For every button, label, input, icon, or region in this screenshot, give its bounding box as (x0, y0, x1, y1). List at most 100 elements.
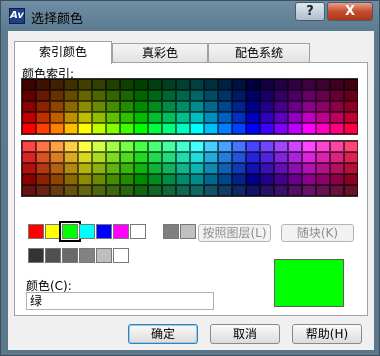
tab-index-color[interactable]: 索引颜色 (14, 41, 112, 64)
palette-swatch[interactable] (246, 112, 260, 123)
palette-swatch[interactable] (218, 163, 232, 174)
palette-swatch[interactable] (78, 112, 92, 123)
palette-swatch[interactable] (288, 174, 302, 185)
palette-swatch[interactable] (162, 123, 176, 134)
palette-swatch[interactable] (330, 152, 344, 163)
palette-swatch[interactable] (260, 152, 274, 163)
palette-swatch[interactable] (344, 112, 358, 123)
palette-swatch[interactable] (64, 185, 78, 196)
palette-swatch[interactable] (78, 141, 92, 152)
gray-swatch[interactable] (28, 248, 44, 263)
palette-swatch[interactable] (64, 174, 78, 185)
palette-swatch[interactable] (134, 90, 148, 101)
palette-swatch[interactable] (162, 101, 176, 112)
palette-swatch[interactable] (92, 185, 106, 196)
palette-swatch[interactable] (246, 174, 260, 185)
palette-swatch[interactable] (78, 163, 92, 174)
palette-swatch[interactable] (134, 123, 148, 134)
palette-swatch[interactable] (106, 174, 120, 185)
palette-swatch[interactable] (274, 90, 288, 101)
help-button[interactable]: 帮助(H) (292, 324, 362, 344)
palette-swatch[interactable] (78, 90, 92, 101)
palette-swatch[interactable] (344, 79, 358, 90)
palette-swatch[interactable] (260, 174, 274, 185)
palette-swatch[interactable] (162, 112, 176, 123)
palette-swatch[interactable] (22, 123, 36, 134)
palette-swatch[interactable] (246, 90, 260, 101)
palette-swatch[interactable] (344, 90, 358, 101)
palette-swatch[interactable] (22, 101, 36, 112)
palette-swatch[interactable] (176, 141, 190, 152)
gray-swatch[interactable] (113, 248, 129, 263)
palette-swatch[interactable] (302, 79, 316, 90)
palette-swatch[interactable] (190, 185, 204, 196)
palette-swatch[interactable] (204, 79, 218, 90)
help-title-button[interactable]: ? (295, 2, 325, 21)
palette-swatch[interactable] (204, 163, 218, 174)
palette-swatch[interactable] (316, 101, 330, 112)
palette-swatch[interactable] (218, 141, 232, 152)
palette-swatch[interactable] (274, 185, 288, 196)
palette-swatch[interactable] (134, 163, 148, 174)
palette-swatch[interactable] (64, 101, 78, 112)
palette-swatch[interactable] (162, 152, 176, 163)
palette-swatch[interactable] (190, 141, 204, 152)
tab-color-books[interactable]: 配色系统 (208, 43, 310, 63)
palette-swatch[interactable] (302, 185, 316, 196)
palette-swatch[interactable] (92, 174, 106, 185)
palette-swatch[interactable] (162, 163, 176, 174)
palette-swatch[interactable] (92, 90, 106, 101)
palette-swatch[interactable] (246, 163, 260, 174)
palette-swatch[interactable] (120, 112, 134, 123)
palette-swatch[interactable] (204, 123, 218, 134)
palette-swatch[interactable] (120, 163, 134, 174)
palette-swatch[interactable] (134, 152, 148, 163)
palette-swatch[interactable] (36, 90, 50, 101)
palette-swatch[interactable] (50, 90, 64, 101)
palette-swatch[interactable] (50, 185, 64, 196)
palette-swatch[interactable] (246, 152, 260, 163)
palette-swatch[interactable] (204, 90, 218, 101)
palette-swatch[interactable] (246, 185, 260, 196)
palette-swatch[interactable] (134, 101, 148, 112)
palette-swatch[interactable] (274, 174, 288, 185)
palette-swatch[interactable] (204, 141, 218, 152)
index-palette-lower[interactable] (21, 140, 358, 197)
palette-swatch[interactable] (134, 79, 148, 90)
palette-swatch[interactable] (36, 123, 50, 134)
palette-swatch[interactable] (246, 123, 260, 134)
palette-swatch[interactable] (106, 185, 120, 196)
byblock-button[interactable]: 随块(K) (281, 224, 354, 242)
palette-swatch[interactable] (204, 101, 218, 112)
palette-swatch[interactable] (246, 79, 260, 90)
palette-swatch[interactable] (288, 123, 302, 134)
palette-swatch[interactable] (316, 163, 330, 174)
palette-swatch[interactable] (204, 185, 218, 196)
palette-swatch[interactable] (288, 79, 302, 90)
gray-swatch[interactable] (96, 248, 112, 263)
palette-swatch[interactable] (50, 112, 64, 123)
standard-swatch-red[interactable] (28, 224, 44, 239)
palette-swatch[interactable] (232, 141, 246, 152)
standard-swatch-gray-8[interactable] (163, 224, 179, 239)
palette-swatch[interactable] (190, 163, 204, 174)
palette-swatch[interactable] (344, 163, 358, 174)
palette-swatch[interactable] (204, 152, 218, 163)
palette-swatch[interactable] (148, 185, 162, 196)
palette-swatch[interactable] (64, 123, 78, 134)
palette-swatch[interactable] (78, 185, 92, 196)
palette-swatch[interactable] (302, 174, 316, 185)
palette-swatch[interactable] (330, 123, 344, 134)
palette-swatch[interactable] (106, 90, 120, 101)
palette-swatch[interactable] (302, 141, 316, 152)
palette-swatch[interactable] (218, 90, 232, 101)
palette-swatch[interactable] (106, 79, 120, 90)
palette-swatch[interactable] (120, 152, 134, 163)
palette-swatch[interactable] (162, 79, 176, 90)
palette-swatch[interactable] (344, 141, 358, 152)
palette-swatch[interactable] (260, 90, 274, 101)
palette-swatch[interactable] (246, 141, 260, 152)
palette-swatch[interactable] (232, 174, 246, 185)
palette-swatch[interactable] (50, 123, 64, 134)
standard-swatch-gray-9[interactable] (180, 224, 196, 239)
